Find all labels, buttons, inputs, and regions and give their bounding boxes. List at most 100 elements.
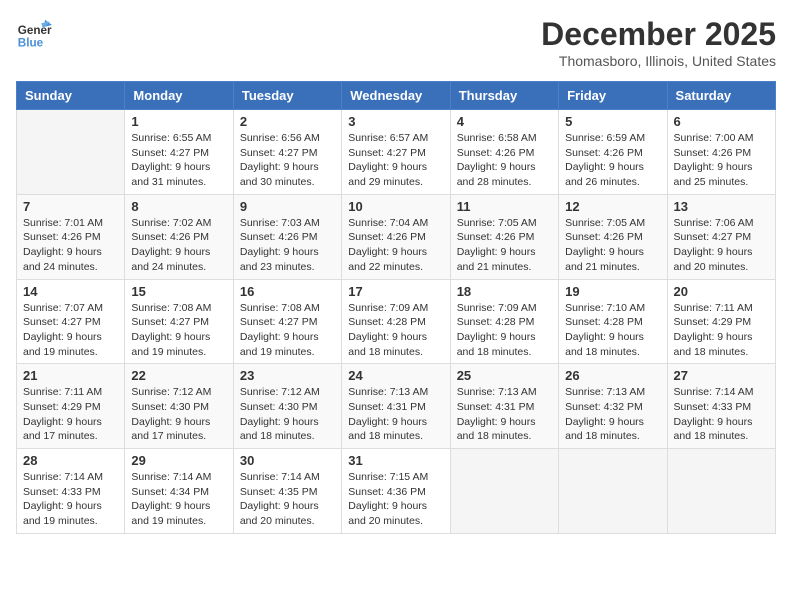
day-info: Sunrise: 7:05 AMSunset: 4:26 PMDaylight:… (457, 216, 552, 275)
logo: General Blue (16, 16, 52, 52)
calendar-week-row: 21Sunrise: 7:11 AMSunset: 4:29 PMDayligh… (17, 364, 776, 449)
month-year-title: December 2025 (541, 16, 776, 53)
day-number: 6 (674, 114, 769, 129)
day-number: 3 (348, 114, 443, 129)
day-info: Sunrise: 7:07 AMSunset: 4:27 PMDaylight:… (23, 301, 118, 360)
calendar-day-cell (450, 449, 558, 534)
calendar-day-cell: 29 Sunrise: 7:14 AMSunset: 4:34 PMDayligh… (125, 449, 233, 534)
day-info: Sunrise: 6:58 AMSunset: 4:26 PMDaylight:… (457, 131, 552, 190)
logo-icon: General Blue (16, 16, 52, 52)
calendar-week-row: 1Sunrise: 6:55 AMSunset: 4:27 PMDaylight… (17, 110, 776, 195)
day-number: 26 (565, 368, 660, 383)
day-info: Sunrise: 7:09 AMSunset: 4:28 PMDaylight:… (457, 301, 552, 360)
day-number: 11 (457, 199, 552, 214)
day-info: Sunrise: 7:15 AMSunset: 4:36 PMDaylight:… (348, 470, 443, 529)
calendar-day-cell: 12 Sunrise: 7:05 AMSunset: 4:26 PMDayligh… (559, 194, 667, 279)
day-info: Sunrise: 7:05 AMSunset: 4:26 PMDaylight:… (565, 216, 660, 275)
day-number: 29 (131, 453, 226, 468)
day-number: 13 (674, 199, 769, 214)
calendar-day-cell: 6 Sunrise: 7:00 AMSunset: 4:26 PMDaylight… (667, 110, 775, 195)
day-number: 22 (131, 368, 226, 383)
calendar-week-row: 28 Sunrise: 7:14 AMSunset: 4:33 PMDayligh… (17, 449, 776, 534)
calendar-day-cell: 3 Sunrise: 6:57 AMSunset: 4:27 PMDaylight… (342, 110, 450, 195)
day-info: Sunrise: 7:11 AMSunset: 4:29 PMDaylight:… (674, 301, 769, 360)
day-info: Sunrise: 7:14 AMSunset: 4:34 PMDaylight:… (131, 470, 226, 529)
calendar-day-cell: 9Sunrise: 7:03 AMSunset: 4:26 PMDaylight… (233, 194, 341, 279)
day-info: Sunrise: 6:59 AMSunset: 4:26 PMDaylight:… (565, 131, 660, 190)
day-number: 20 (674, 284, 769, 299)
calendar-day-cell: 23 Sunrise: 7:12 AMSunset: 4:30 PMDayligh… (233, 364, 341, 449)
day-info: Sunrise: 6:56 AMSunset: 4:27 PMDaylight:… (240, 131, 335, 190)
day-info: Sunrise: 7:03 AMSunset: 4:26 PMDaylight:… (240, 216, 335, 275)
location-subtitle: Thomasboro, Illinois, United States (541, 53, 776, 69)
day-info: Sunrise: 7:06 AMSunset: 4:27 PMDaylight:… (674, 216, 769, 275)
calendar-day-cell: 21Sunrise: 7:11 AMSunset: 4:29 PMDayligh… (17, 364, 125, 449)
calendar-day-cell: 27Sunrise: 7:14 AMSunset: 4:33 PMDayligh… (667, 364, 775, 449)
calendar-day-cell: 7 Sunrise: 7:01 AMSunset: 4:26 PMDaylight… (17, 194, 125, 279)
day-info: Sunrise: 7:02 AMSunset: 4:26 PMDaylight:… (131, 216, 226, 275)
calendar-day-cell: 20 Sunrise: 7:11 AMSunset: 4:29 PMDayligh… (667, 279, 775, 364)
day-info: Sunrise: 7:13 AMSunset: 4:31 PMDaylight:… (457, 385, 552, 444)
day-info: Sunrise: 7:04 AMSunset: 4:26 PMDaylight:… (348, 216, 443, 275)
day-number: 27 (674, 368, 769, 383)
calendar-day-cell: 18Sunrise: 7:09 AMSunset: 4:28 PMDayligh… (450, 279, 558, 364)
day-number: 19 (565, 284, 660, 299)
calendar-day-cell: 13 Sunrise: 7:06 AMSunset: 4:27 PMDayligh… (667, 194, 775, 279)
day-info: Sunrise: 7:13 AMSunset: 4:31 PMDaylight:… (348, 385, 443, 444)
title-block: December 2025 Thomasboro, Illinois, Unit… (541, 16, 776, 69)
calendar-day-cell: 19 Sunrise: 7:10 AMSunset: 4:28 PMDayligh… (559, 279, 667, 364)
calendar-day-cell (559, 449, 667, 534)
calendar-day-cell: 11 Sunrise: 7:05 AMSunset: 4:26 PMDayligh… (450, 194, 558, 279)
day-info: Sunrise: 7:01 AMSunset: 4:26 PMDaylight:… (23, 216, 118, 275)
calendar-body: 1Sunrise: 6:55 AMSunset: 4:27 PMDaylight… (17, 110, 776, 534)
day-number: 23 (240, 368, 335, 383)
weekday-header-row: SundayMondayTuesdayWednesdayThursdayFrid… (17, 82, 776, 110)
day-number: 10 (348, 199, 443, 214)
calendar-day-cell: 10 Sunrise: 7:04 AMSunset: 4:26 PMDayligh… (342, 194, 450, 279)
day-number: 4 (457, 114, 552, 129)
calendar-day-cell: 17Sunrise: 7:09 AMSunset: 4:28 PMDayligh… (342, 279, 450, 364)
day-info: Sunrise: 7:14 AMSunset: 4:35 PMDaylight:… (240, 470, 335, 529)
calendar-day-cell: 22 Sunrise: 7:12 AMSunset: 4:30 PMDayligh… (125, 364, 233, 449)
day-number: 31 (348, 453, 443, 468)
calendar-day-cell: 30 Sunrise: 7:14 AMSunset: 4:35 PMDayligh… (233, 449, 341, 534)
calendar-day-cell: 26 Sunrise: 7:13 AMSunset: 4:32 PMDayligh… (559, 364, 667, 449)
day-number: 5 (565, 114, 660, 129)
calendar-day-cell: 5 Sunrise: 6:59 AMSunset: 4:26 PMDaylight… (559, 110, 667, 195)
day-info: Sunrise: 7:08 AMSunset: 4:27 PMDaylight:… (240, 301, 335, 360)
day-number: 25 (457, 368, 552, 383)
calendar-day-cell (17, 110, 125, 195)
calendar-day-cell: 8 Sunrise: 7:02 AMSunset: 4:26 PMDaylight… (125, 194, 233, 279)
calendar-day-cell: 2Sunrise: 6:56 AMSunset: 4:27 PMDaylight… (233, 110, 341, 195)
calendar-day-cell: 16Sunrise: 7:08 AMSunset: 4:27 PMDayligh… (233, 279, 341, 364)
day-number: 24 (348, 368, 443, 383)
day-info: Sunrise: 6:57 AMSunset: 4:27 PMDaylight:… (348, 131, 443, 190)
day-number: 8 (131, 199, 226, 214)
calendar-day-cell: 25 Sunrise: 7:13 AMSunset: 4:31 PMDayligh… (450, 364, 558, 449)
day-number: 12 (565, 199, 660, 214)
calendar-day-cell: 28 Sunrise: 7:14 AMSunset: 4:33 PMDayligh… (17, 449, 125, 534)
day-info: Sunrise: 7:12 AMSunset: 4:30 PMDaylight:… (131, 385, 226, 444)
day-number: 30 (240, 453, 335, 468)
calendar-day-cell (667, 449, 775, 534)
day-info: Sunrise: 6:55 AMSunset: 4:27 PMDaylight:… (131, 131, 226, 190)
weekday-header-cell: Thursday (450, 82, 558, 110)
day-info: Sunrise: 7:10 AMSunset: 4:28 PMDaylight:… (565, 301, 660, 360)
day-info: Sunrise: 7:13 AMSunset: 4:32 PMDaylight:… (565, 385, 660, 444)
calendar-table: SundayMondayTuesdayWednesdayThursdayFrid… (16, 81, 776, 534)
weekday-header-cell: Wednesday (342, 82, 450, 110)
calendar-day-cell: 15Sunrise: 7:08 AMSunset: 4:27 PMDayligh… (125, 279, 233, 364)
day-info: Sunrise: 7:00 AMSunset: 4:26 PMDaylight:… (674, 131, 769, 190)
day-number: 28 (23, 453, 118, 468)
weekday-header-cell: Friday (559, 82, 667, 110)
day-info: Sunrise: 7:14 AMSunset: 4:33 PMDaylight:… (23, 470, 118, 529)
day-number: 7 (23, 199, 118, 214)
svg-text:Blue: Blue (18, 37, 44, 50)
day-info: Sunrise: 7:12 AMSunset: 4:30 PMDaylight:… (240, 385, 335, 444)
day-number: 21 (23, 368, 118, 383)
weekday-header-cell: Sunday (17, 82, 125, 110)
page-header: General Blue December 2025 Thomasboro, I… (16, 16, 776, 69)
calendar-week-row: 14Sunrise: 7:07 AMSunset: 4:27 PMDayligh… (17, 279, 776, 364)
weekday-header-cell: Monday (125, 82, 233, 110)
calendar-day-cell: 4 Sunrise: 6:58 AMSunset: 4:26 PMDaylight… (450, 110, 558, 195)
